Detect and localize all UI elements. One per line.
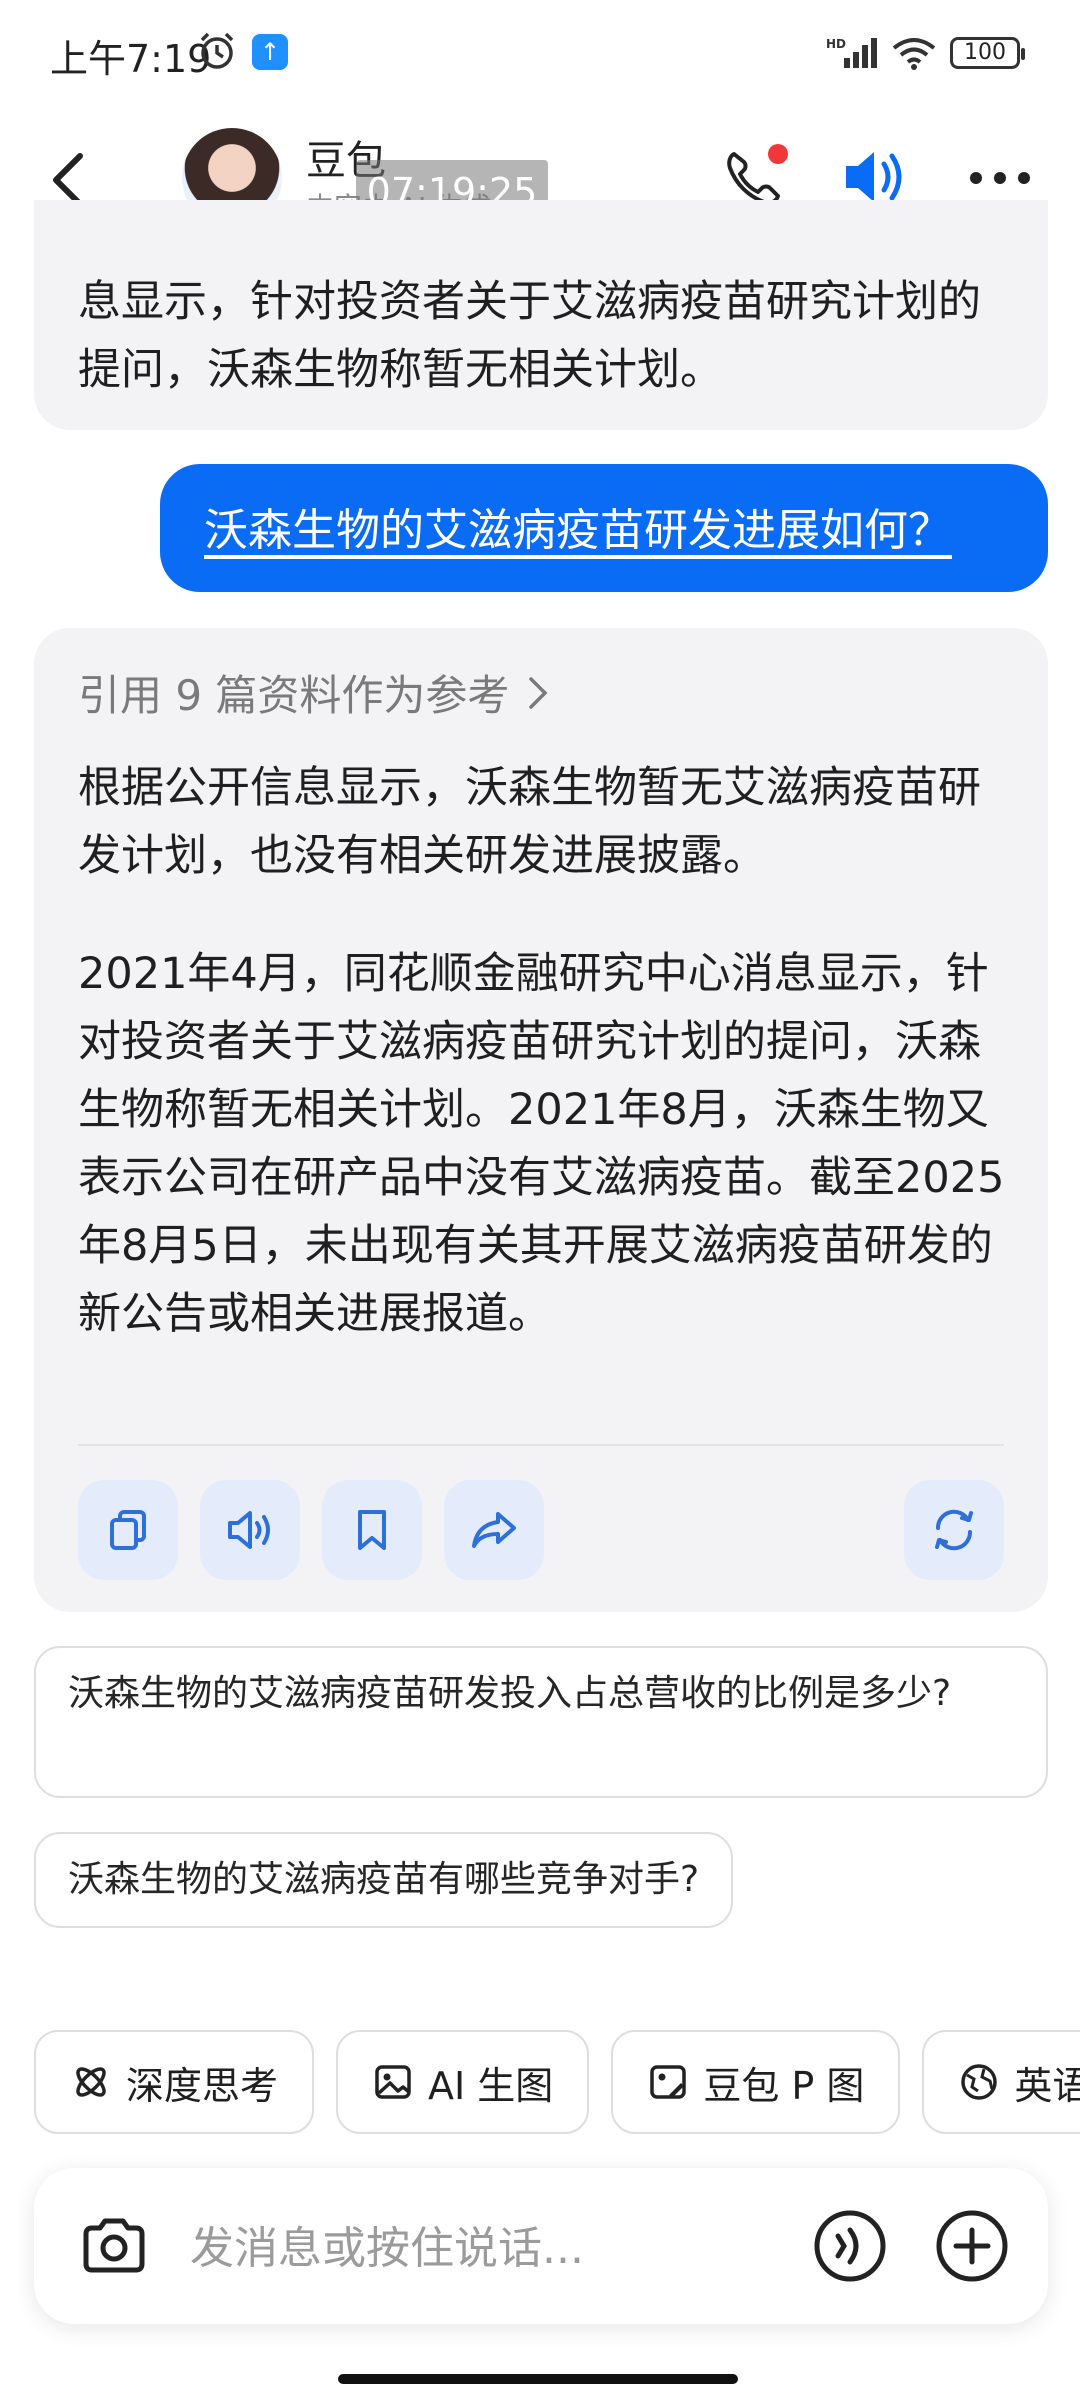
copy-button[interactable] [78,1480,178,1580]
signal-icon: HD [826,36,878,70]
ai-image-chip[interactable]: AI 生图 [336,2030,590,2134]
reply-paragraph: 2021年4月，同花顺金融研究中心消息显示，针对投资者关于艾滋病疫苗研究计划的提… [78,949,1005,1339]
divider [78,1444,1004,1446]
english-chip[interactable]: 英语 [922,2030,1080,2134]
deep-thinking-chip[interactable]: 深度思考 [34,2030,315,2134]
tool-label: AI 生图 [428,2063,554,2108]
voice-input-icon[interactable] [810,2206,890,2286]
message-input-bar: 发消息或按住说话... [34,2168,1048,2324]
status-bar: 上午7:19 ↑ HD 100 [0,0,1080,100]
regenerate-button[interactable] [904,1480,1004,1580]
tool-label: 深度思考 [126,2063,279,2108]
photo-edit-chip[interactable]: 豆包 P 图 [611,2030,901,2134]
camera-icon[interactable] [78,2210,150,2282]
home-indicator[interactable] [338,2374,738,2384]
atom-icon [70,2061,112,2103]
alarm-icon [196,30,238,72]
reference-label: 引用 9 篇资料作为参考 [78,671,510,720]
speaker-outline-icon [224,1506,276,1554]
message-input[interactable]: 发消息或按住说话... [190,2212,584,2276]
bookmark-button[interactable] [322,1480,422,1580]
status-time: 上午7:19 [50,37,212,81]
battery-icon: 100 [950,37,1025,69]
tool-chips: 深度思考 AI 生图 豆包 P 图 英语 [34,2030,1080,2134]
add-icon[interactable] [932,2206,1012,2286]
suggestion-chip[interactable]: 沃森生物的艾滋病疫苗研发投入占总营收的比例是多少? [34,1646,1048,1798]
tool-label: 豆包 P 图 [703,2063,865,2108]
ai-message-previous: 息显示，针对投资者关于艾滋病疫苗研究计划的提问，沃森生物称暂无相关计划。 [34,200,1048,430]
more-icon[interactable] [968,166,1032,190]
status-right: HD 100 [826,34,1025,72]
read-aloud-button[interactable] [200,1480,300,1580]
wifi-icon [892,36,936,70]
photo-edit-icon [647,2061,689,2103]
user-message-text: 沃森生物的艾滋病疫苗研发进展如何？ [204,505,952,556]
ai-message-reply: 引用 9 篇资料作为参考 根据公开信息显示，沃森生物暂无艾滋病疫苗研发计划，也没… [34,628,1048,1612]
share-icon [468,1506,520,1554]
share-button[interactable] [444,1480,544,1580]
user-message[interactable]: 沃森生物的艾滋病疫苗研发进展如何？ [160,464,1048,592]
reply-paragraph: 根据公开信息显示，沃森生物暂无艾滋病疫苗研发计划，也没有相关研发进展披露。 [78,763,981,881]
refresh-icon [928,1504,980,1556]
reference-link[interactable]: 引用 9 篇资料作为参考 [78,662,549,723]
bookmark-icon [350,1506,394,1554]
suggestion-chip[interactable]: 沃森生物的艾滋病疫苗有哪些竞争对手? [34,1832,734,1928]
notification-dot [768,144,788,164]
image-icon [372,2061,414,2103]
globe-icon [958,2061,1000,2103]
ai-message-text: 息显示，针对投资者关于艾滋病疫苗研究计划的提问，沃森生物称暂无相关计划。 [78,277,981,395]
app-notification-icon: ↑ [252,34,288,70]
copy-icon [104,1506,152,1554]
chevron-right-icon [527,675,549,711]
tool-label: 英语 [1014,2063,1080,2108]
svg-text:HD: HD [826,37,846,51]
